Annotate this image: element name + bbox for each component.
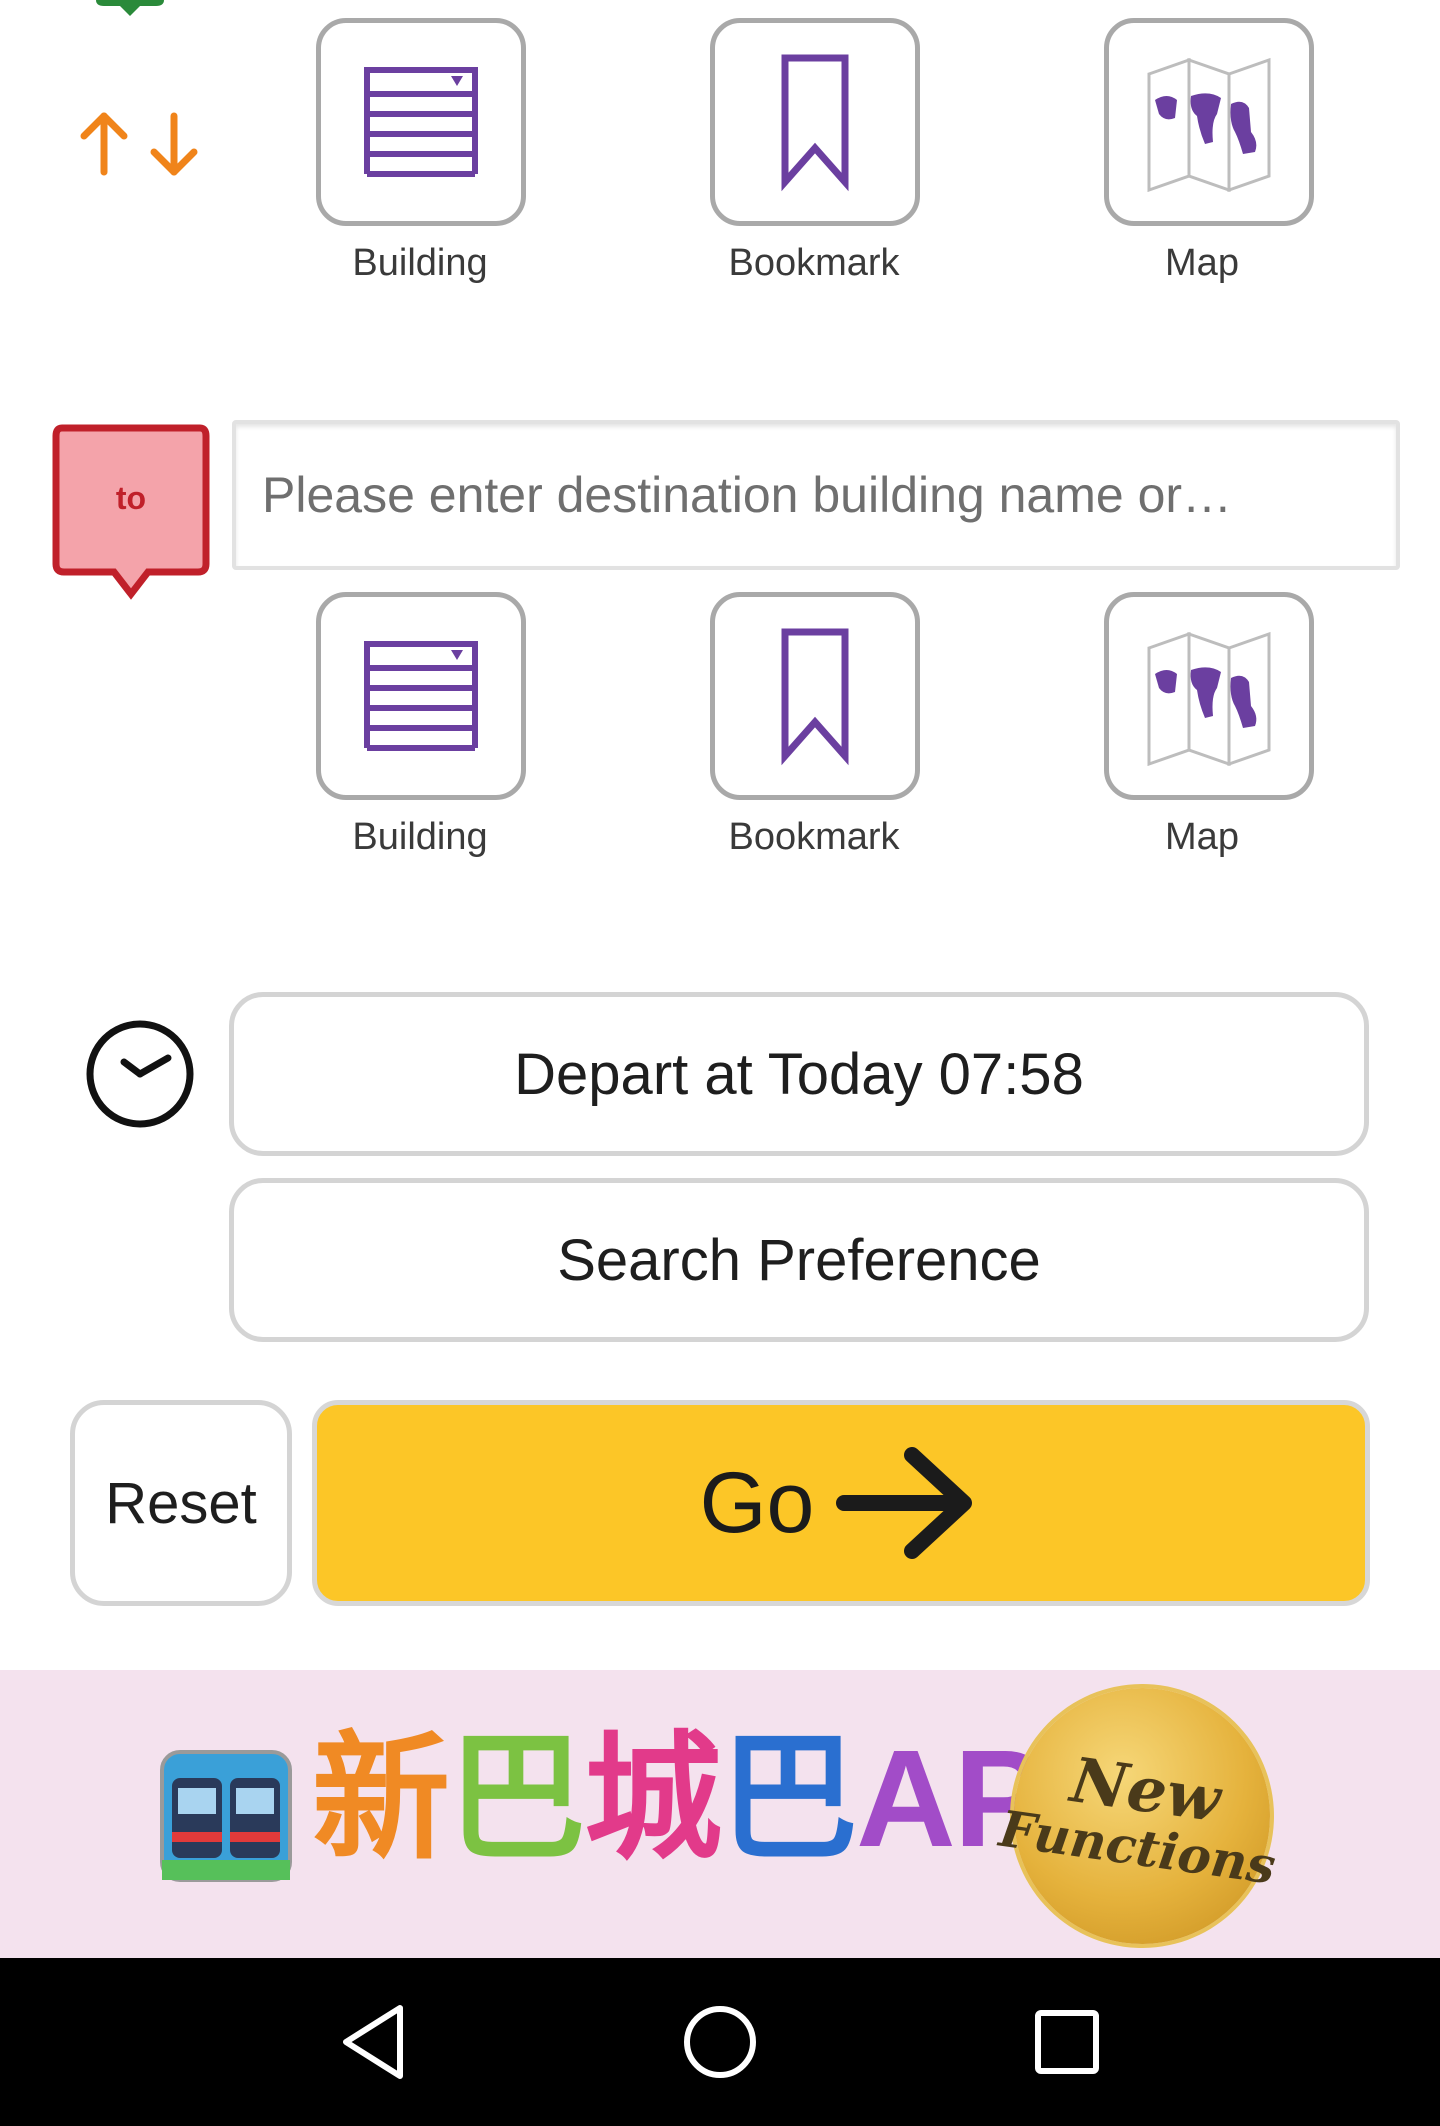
recents-square-icon	[1034, 2010, 1099, 2074]
reset-button[interactable]: Reset	[70, 1400, 292, 1606]
nav-home-button[interactable]	[660, 1982, 780, 2102]
destination-bookmark-button[interactable]	[710, 592, 920, 800]
destination-map-button[interactable]	[1104, 592, 1314, 800]
map-icon	[1147, 631, 1271, 766]
new-functions-badge: New Functions	[996, 1671, 1287, 1961]
destination-building-label: Building	[352, 816, 488, 858]
clock-icon	[84, 1018, 196, 1130]
swap-arrows-icon	[80, 112, 198, 176]
origin-map-button[interactable]	[1104, 18, 1314, 226]
back-triangle-icon	[343, 2005, 404, 2079]
bookmark-icon	[781, 628, 849, 766]
banner-char-4: 巴	[720, 1722, 858, 1876]
destination-bookmark-label: Bookmark	[728, 816, 900, 858]
origin-map-label: Map	[1165, 242, 1239, 284]
destination-marker-label: to	[115, 480, 147, 516]
reset-label: Reset	[105, 1470, 257, 1536]
banner-char-3: 城	[584, 1722, 722, 1876]
search-preference-label: Search Preference	[557, 1227, 1041, 1293]
building-list-icon	[364, 641, 478, 751]
origin-building-label: Building	[352, 242, 488, 284]
nav-recents-button[interactable]	[1007, 1982, 1127, 2102]
building-list-icon	[364, 67, 478, 177]
go-label: Go	[699, 1454, 815, 1551]
bookmark-icon	[781, 54, 849, 192]
destination-search-input[interactable]	[232, 420, 1400, 570]
origin-bookmark-button[interactable]	[710, 18, 920, 226]
swap-origin-destination-button[interactable]	[70, 108, 210, 180]
go-button[interactable]: Go	[312, 1400, 1370, 1606]
banner-char-2: 巴	[448, 1722, 586, 1876]
home-circle-icon	[683, 2006, 756, 2078]
bus-app-logo-icon	[158, 1748, 294, 1884]
depart-time-label: Depart at Today 07:58	[514, 1041, 1084, 1107]
nav-back-button[interactable]	[313, 1982, 433, 2102]
origin-marker-icon	[96, 0, 164, 24]
depart-time-button[interactable]: Depart at Today 07:58	[229, 992, 1369, 1156]
origin-building-button[interactable]	[316, 18, 526, 226]
system-navigation-bar	[0, 1958, 1440, 2126]
promo-banner[interactable]: 新巴城巴APP New Functions	[0, 1670, 1440, 1961]
destination-marker-icon: to	[52, 424, 210, 600]
search-preference-button[interactable]: Search Preference	[229, 1178, 1369, 1342]
banner-char-1: 新	[312, 1722, 450, 1876]
arrow-right-icon	[836, 1447, 973, 1559]
destination-map-label: Map	[1165, 816, 1239, 858]
destination-building-button[interactable]	[316, 592, 526, 800]
origin-bookmark-label: Bookmark	[728, 242, 900, 284]
map-icon	[1147, 57, 1271, 192]
